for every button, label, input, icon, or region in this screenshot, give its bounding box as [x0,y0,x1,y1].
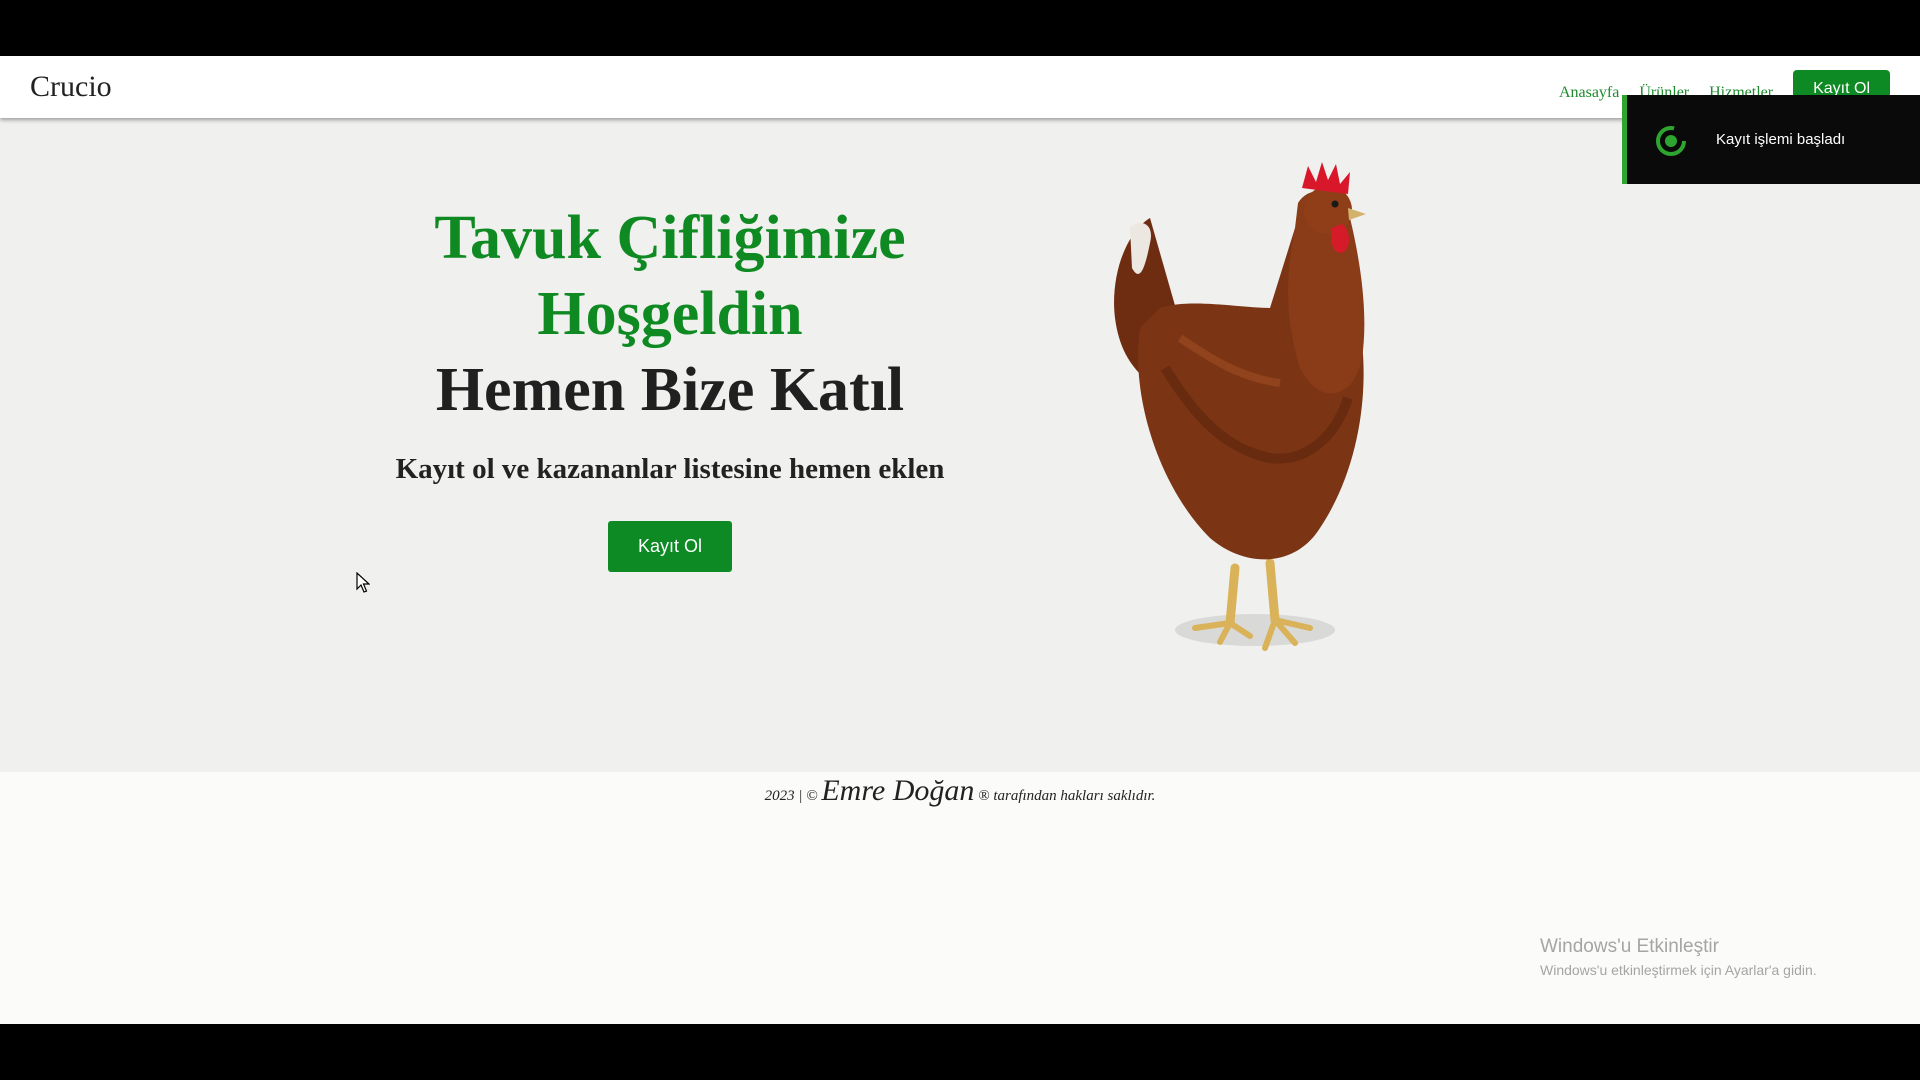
hero-title-line3: Hemen Bize Katıl [435,356,905,424]
mouse-cursor-icon [356,572,370,593]
browser-viewport: Crucio Anasayfa Ürünler Hizmetler Kayıt … [0,56,1920,1024]
footer-registered-symbol: ® [978,788,990,804]
watermark-subtitle: Windows'u etkinleştirmek için Ayarlar'a … [1540,962,1817,978]
hero-register-button[interactable]: Kayıt Ol [607,521,733,572]
footer-copyright: 2023 | © Emre Doğan ® tarafından hakları… [0,774,1920,808]
status-ring-icon [1656,126,1686,156]
footer-year: 2023 [764,788,795,804]
brand-logo[interactable]: Crucio [30,70,112,104]
footer-separator: | [798,788,803,804]
footer-author: Emre Doğan [821,774,975,807]
hero-title-line2: Hoşgeldin [537,280,803,348]
hero-text: Tavuk Çifliğimize Hoşgeldin Hemen Bize K… [370,200,970,572]
hen-image [1114,162,1366,651]
notification-toast[interactable]: Kayıt işlemi başladı [1622,95,1920,184]
footer-copyright-symbol: © [806,788,818,804]
nav-link-anasayfa[interactable]: Anasayfa [1559,76,1619,102]
hero-section: Tavuk Çifliğimize Hoşgeldin Hemen Bize K… [0,118,1920,807]
footer-rights-text: tarafından hakları saklıdır. [993,788,1156,804]
watermark-title: Windows'u Etkinleştir [1540,936,1719,957]
hero-title-line1: Tavuk Çifliğimize [434,204,906,272]
toast-message: Kayıt işlemi başladı [1716,131,1846,148]
hero-subtitle: Kayıt ol ve kazananlar listesine hemen e… [395,453,945,485]
windows-activation-watermark: Windows'u Etkinleştir Windows'u etkinleş… [1540,936,1817,978]
